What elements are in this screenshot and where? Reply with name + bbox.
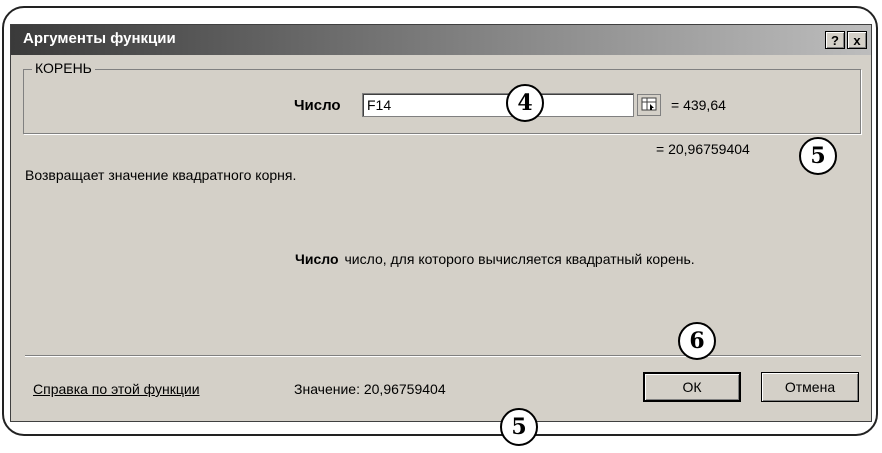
formula-result: = 20,96759404 xyxy=(656,141,750,157)
argument-description: Число число, для которого вычисляется ква… xyxy=(295,251,695,267)
function-description: Возвращает значение квадратного корня. xyxy=(25,167,297,183)
range-select-icon xyxy=(641,97,657,111)
function-name-label: КОРЕНЬ xyxy=(32,60,95,76)
dialog-title: Аргументы функции xyxy=(23,30,176,47)
callout-marker-value: 5 xyxy=(500,408,538,446)
argument-input[interactable]: F14 xyxy=(362,93,634,117)
argument-description-name: Число xyxy=(295,251,339,267)
argument-evaluated-value: = 439,64 xyxy=(671,97,726,113)
function-groupbox: КОРЕНЬ Число F14 = 439,64 xyxy=(23,60,861,134)
result-value: Значение: 20,96759404 xyxy=(294,381,446,397)
collapse-dialog-button[interactable] xyxy=(637,94,661,116)
callout-marker-ok: 6 xyxy=(678,322,716,360)
help-link[interactable]: Справка по этой функции xyxy=(33,381,200,397)
callout-marker-result: 5 xyxy=(799,137,837,175)
help-button[interactable]: ? xyxy=(825,31,845,49)
ok-button[interactable]: ОК xyxy=(643,372,741,402)
argument-description-text: число, для которого вычисляется квадратн… xyxy=(344,251,695,267)
title-bar: Аргументы функции ? x xyxy=(11,25,871,55)
callout-marker-input: 4 xyxy=(506,84,544,122)
function-arguments-dialog: Аргументы функции ? x КОРЕНЬ Число F14 =… xyxy=(10,24,872,422)
close-button[interactable]: x xyxy=(847,31,867,49)
separator xyxy=(25,355,861,357)
argument-label: Число xyxy=(294,97,341,114)
cancel-button[interactable]: Отмена xyxy=(761,372,859,402)
